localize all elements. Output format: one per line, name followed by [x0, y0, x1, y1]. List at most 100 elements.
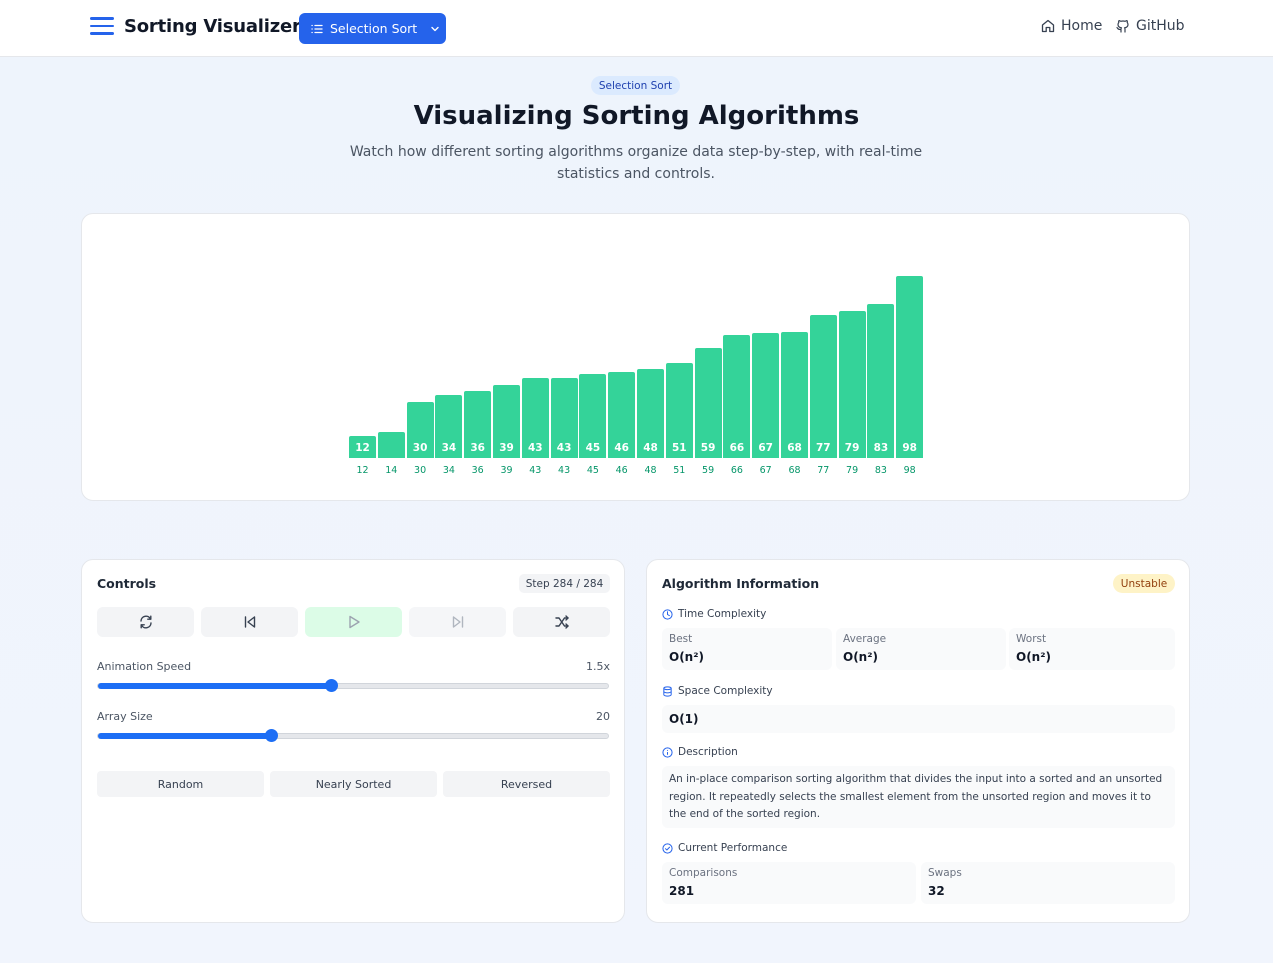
chart-bar: 43 — [550, 378, 578, 458]
speed-slider[interactable] — [97, 679, 609, 692]
bar-axis-label: 34 — [442, 465, 455, 476]
top-navbar: Sorting Visualizer Selection Sort Home G… — [0, 0, 1273, 57]
bar-value-label: 79 — [844, 441, 860, 454]
bar-value-label: 67 — [758, 441, 773, 454]
bar-axis-label: 67 — [759, 465, 772, 476]
chart-bar: 34 — [435, 394, 463, 458]
time-complexity-heading: Time Complexity — [662, 608, 766, 620]
step-back-icon — [244, 616, 255, 628]
bar-axis-label: 30 — [414, 465, 427, 476]
chart-bar: 83 — [867, 303, 895, 458]
speed-label: Animation Speed — [97, 660, 192, 673]
swaps-value: 32 — [928, 884, 945, 898]
app-title: Sorting Visualizer — [124, 16, 301, 37]
size-label: Array Size — [97, 710, 153, 723]
size-slider[interactable] — [97, 729, 609, 742]
bar-value-label: 34 — [441, 441, 457, 454]
bar-axis-label: 43 — [558, 465, 571, 476]
bar-value-label: 83 — [873, 441, 889, 454]
play-button[interactable] — [305, 607, 402, 637]
bar-axis-label: 48 — [644, 465, 657, 476]
comparisons-label: Comparisons — [669, 867, 738, 879]
bar-value-label: 12 — [355, 441, 370, 454]
worst-case-label: Worst — [1016, 633, 1047, 645]
bar-axis-label: 14 — [385, 465, 398, 476]
chart-bar: 79 — [838, 311, 866, 458]
shuffle-icon — [554, 615, 569, 629]
performance-label: Current Performance — [678, 842, 788, 854]
average-case-box: Average O(n²) — [836, 628, 1006, 670]
bar-axis-label: 66 — [730, 465, 743, 476]
chart-bar: 98 — [896, 275, 924, 458]
nav-github-label: GitHub — [1136, 18, 1185, 34]
page-title: Visualizing Sorting Algorithms — [413, 101, 860, 131]
chart-bar: 46 — [608, 372, 636, 458]
bar-axis-label: 59 — [702, 465, 715, 476]
best-case-box: Best O(n²) — [662, 628, 832, 670]
best-case-value: O(n²) — [669, 650, 704, 664]
bar-axis-label: 77 — [817, 465, 830, 476]
bar-chart: 12 12 14 30 30 34 34 36 36 39 39 43 43 43 43 45 45 46 46 48… — [82, 214, 1191, 502]
bar-axis-label: 68 — [788, 465, 801, 476]
bar-value-label: 45 — [585, 441, 601, 454]
step-back-button[interactable] — [201, 607, 298, 637]
space-complexity-value: O(1) — [669, 712, 699, 726]
chart-bar: 30 — [406, 402, 434, 458]
step-forward-button[interactable] — [409, 607, 506, 637]
speed-slider-fill — [98, 683, 332, 689]
worst-case-value: O(n²) — [1016, 650, 1051, 664]
size-slider-thumb[interactable] — [265, 729, 279, 742]
preset-reversed-button[interactable]: Reversed — [443, 771, 610, 797]
algorithm-info-card: Algorithm Information Unstable Time Comp… — [646, 559, 1190, 923]
controls-title: Controls — [97, 576, 157, 591]
bar-axis-label: 98 — [903, 465, 916, 476]
chart-bar: 66 — [723, 335, 751, 458]
size-slider-fill — [98, 733, 272, 739]
bar-value-label: 59 — [700, 441, 716, 454]
clock-icon — [662, 608, 673, 620]
best-case-label: Best — [669, 633, 693, 645]
space-complexity-heading: Space Complexity — [662, 685, 773, 697]
description-heading: Description — [662, 746, 738, 758]
play-icon — [348, 615, 360, 629]
hamburger-menu-icon[interactable] — [90, 17, 114, 37]
page-subtitle: Watch how different sorting algorithms o… — [349, 144, 923, 182]
speed-slider-thumb[interactable] — [325, 679, 339, 692]
bar-value-label: 43 — [556, 441, 572, 454]
bar-axis-label: 83 — [874, 465, 887, 476]
nav-home-label: Home — [1061, 18, 1103, 34]
preset-random-button[interactable]: Random — [97, 771, 264, 797]
nav-home-link[interactable]: Home — [1040, 18, 1102, 34]
performance-heading: Current Performance — [662, 842, 787, 854]
worst-case-box: Worst O(n²) — [1009, 628, 1175, 670]
shuffle-button[interactable] — [513, 607, 610, 637]
step-forward-icon — [452, 616, 463, 628]
average-case-label: Average — [843, 633, 887, 645]
github-icon — [1116, 19, 1129, 33]
space-complexity-label: Space Complexity — [678, 685, 773, 697]
algorithm-select-button[interactable]: Selection Sort — [299, 13, 446, 44]
list-icon — [311, 24, 323, 33]
step-counter-badge: Step 284 / 284 — [519, 574, 610, 593]
visualizer-card: 12 12 14 30 30 34 34 36 36 39 39 43 43 43 43 45 45 46 46 48… — [81, 213, 1190, 501]
chart-bar: 39 — [493, 385, 520, 458]
bar-axis-label: 36 — [471, 465, 484, 476]
reset-button[interactable] — [97, 607, 194, 637]
info-title: Algorithm Information — [662, 576, 820, 591]
bar-value-label: 98 — [902, 441, 917, 454]
bar-value-label: 66 — [729, 441, 745, 454]
comparisons-box: Comparisons 281 — [662, 862, 916, 904]
algorithm-select-label: Selection Sort — [330, 21, 418, 36]
algorithm-badge: Selection Sort — [591, 76, 680, 95]
preset-nearly-sorted-button[interactable]: Nearly Sorted — [270, 771, 437, 797]
bar-value-label: 68 — [787, 441, 802, 454]
bar-value-label: 43 — [527, 441, 543, 454]
info-icon — [662, 746, 673, 758]
chevron-down-icon — [431, 26, 439, 31]
bar-value-label: 30 — [412, 441, 428, 454]
database-icon — [663, 685, 672, 697]
nav-github-link[interactable]: GitHub — [1115, 18, 1185, 34]
stability-badge: Unstable — [1113, 574, 1175, 593]
speed-value: 1.5x — [585, 660, 610, 673]
bar-axis-label: 79 — [846, 465, 859, 476]
